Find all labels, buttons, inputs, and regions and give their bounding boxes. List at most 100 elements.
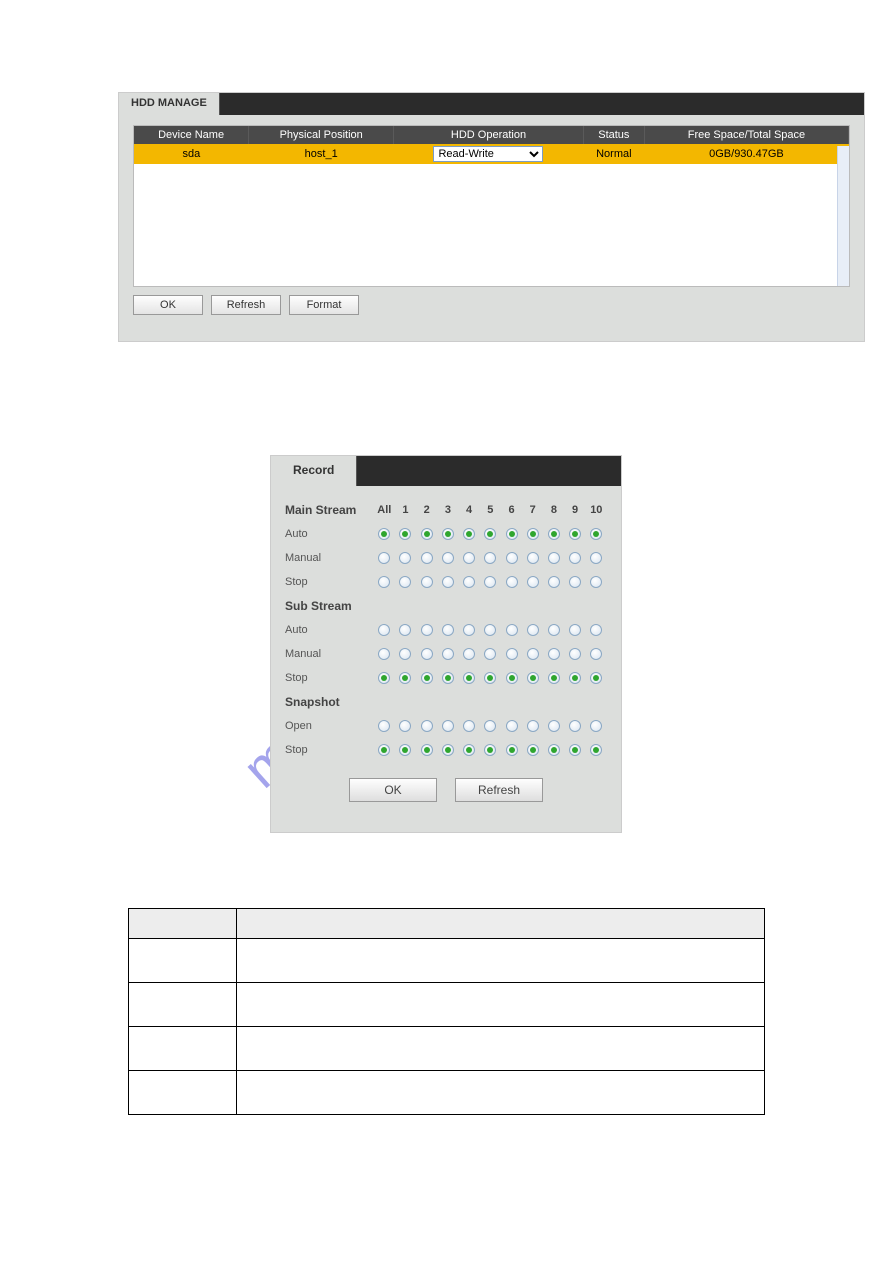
radio-button[interactable] xyxy=(442,552,454,564)
hdd-scrollbar[interactable] xyxy=(837,146,849,286)
ok-button[interactable]: OK xyxy=(349,778,437,802)
radio-button[interactable] xyxy=(399,528,411,540)
radio-button[interactable] xyxy=(378,720,390,732)
radio-button[interactable] xyxy=(590,720,602,732)
radio-button[interactable] xyxy=(399,624,411,636)
radio-button[interactable] xyxy=(421,576,433,588)
radio-button[interactable] xyxy=(378,552,390,564)
radio-button[interactable] xyxy=(484,528,496,540)
radio-button[interactable] xyxy=(569,528,581,540)
radio-button[interactable] xyxy=(527,576,539,588)
radio-button[interactable] xyxy=(569,624,581,636)
radio-button[interactable] xyxy=(569,648,581,660)
radio-button[interactable] xyxy=(527,528,539,540)
radio-button[interactable] xyxy=(442,624,454,636)
radio-button[interactable] xyxy=(442,528,454,540)
radio-button[interactable] xyxy=(463,744,475,756)
radio-button[interactable] xyxy=(442,672,454,684)
radio-button[interactable] xyxy=(484,648,496,660)
radio-button[interactable] xyxy=(548,624,560,636)
radio-button[interactable] xyxy=(506,624,518,636)
radio-button[interactable] xyxy=(421,720,433,732)
radio-button[interactable] xyxy=(378,624,390,636)
radio-button[interactable] xyxy=(548,744,560,756)
radio-button[interactable] xyxy=(421,528,433,540)
radio-button[interactable] xyxy=(569,552,581,564)
radio-button[interactable] xyxy=(590,648,602,660)
radio-button[interactable] xyxy=(399,648,411,660)
radio-button[interactable] xyxy=(484,672,496,684)
radio-button[interactable] xyxy=(590,624,602,636)
radio-button[interactable] xyxy=(569,576,581,588)
record-tab[interactable]: Record xyxy=(271,456,357,486)
radio-button[interactable] xyxy=(378,648,390,660)
radio-button[interactable] xyxy=(548,576,560,588)
hdd-tab[interactable]: HDD MANAGE xyxy=(119,93,220,115)
radio-button[interactable] xyxy=(484,624,496,636)
radio-button[interactable] xyxy=(506,576,518,588)
radio-button[interactable] xyxy=(506,552,518,564)
radio-button[interactable] xyxy=(378,528,390,540)
radio-button[interactable] xyxy=(484,576,496,588)
radio-button[interactable] xyxy=(442,648,454,660)
radio-button[interactable] xyxy=(590,552,602,564)
radio-button[interactable] xyxy=(569,672,581,684)
radio-button[interactable] xyxy=(442,744,454,756)
radio-button[interactable] xyxy=(484,552,496,564)
radio-button[interactable] xyxy=(484,720,496,732)
radio-button[interactable] xyxy=(548,648,560,660)
radio-button[interactable] xyxy=(421,672,433,684)
radio-button[interactable] xyxy=(548,528,560,540)
radio-button[interactable] xyxy=(399,744,411,756)
radio-button[interactable] xyxy=(442,576,454,588)
radio-cell xyxy=(586,624,607,636)
radio-button[interactable] xyxy=(548,720,560,732)
radio-button[interactable] xyxy=(527,648,539,660)
radio-button[interactable] xyxy=(463,552,475,564)
radio-button[interactable] xyxy=(569,720,581,732)
radio-button[interactable] xyxy=(421,744,433,756)
radio-button[interactable] xyxy=(527,744,539,756)
radio-button[interactable] xyxy=(463,576,475,588)
format-button[interactable]: Format xyxy=(289,295,359,315)
radio-button[interactable] xyxy=(463,648,475,660)
radio-button[interactable] xyxy=(527,672,539,684)
radio-button[interactable] xyxy=(527,720,539,732)
radio-button[interactable] xyxy=(506,720,518,732)
radio-button[interactable] xyxy=(590,744,602,756)
radio-button[interactable] xyxy=(527,624,539,636)
radio-button[interactable] xyxy=(463,624,475,636)
ok-button[interactable]: OK xyxy=(133,295,203,315)
radio-button[interactable] xyxy=(378,672,390,684)
radio-button[interactable] xyxy=(506,648,518,660)
refresh-button[interactable]: Refresh xyxy=(211,295,281,315)
radio-button[interactable] xyxy=(527,552,539,564)
refresh-button[interactable]: Refresh xyxy=(455,778,543,802)
radio-button[interactable] xyxy=(399,672,411,684)
radio-button[interactable] xyxy=(421,552,433,564)
radio-button[interactable] xyxy=(378,576,390,588)
radio-button[interactable] xyxy=(506,744,518,756)
radio-button[interactable] xyxy=(463,720,475,732)
radio-button[interactable] xyxy=(463,672,475,684)
hdd-operation-select[interactable]: Read-Write xyxy=(433,146,543,162)
hdd-row[interactable]: sda host_1 Read-Write Normal 0GB/930.47G… xyxy=(134,144,849,164)
radio-button[interactable] xyxy=(590,672,602,684)
radio-button[interactable] xyxy=(590,528,602,540)
radio-button[interactable] xyxy=(421,648,433,660)
radio-button[interactable] xyxy=(506,672,518,684)
radio-button[interactable] xyxy=(442,720,454,732)
radio-button[interactable] xyxy=(399,552,411,564)
radio-button[interactable] xyxy=(484,744,496,756)
radio-button[interactable] xyxy=(421,624,433,636)
radio-button[interactable] xyxy=(399,720,411,732)
radio-button[interactable] xyxy=(548,552,560,564)
radio-button[interactable] xyxy=(569,744,581,756)
radio-button[interactable] xyxy=(506,528,518,540)
radio-button[interactable] xyxy=(548,672,560,684)
radio-button[interactable] xyxy=(399,576,411,588)
radio-button[interactable] xyxy=(590,576,602,588)
radio-button[interactable] xyxy=(463,528,475,540)
record-row: Stop xyxy=(285,666,607,690)
radio-button[interactable] xyxy=(378,744,390,756)
